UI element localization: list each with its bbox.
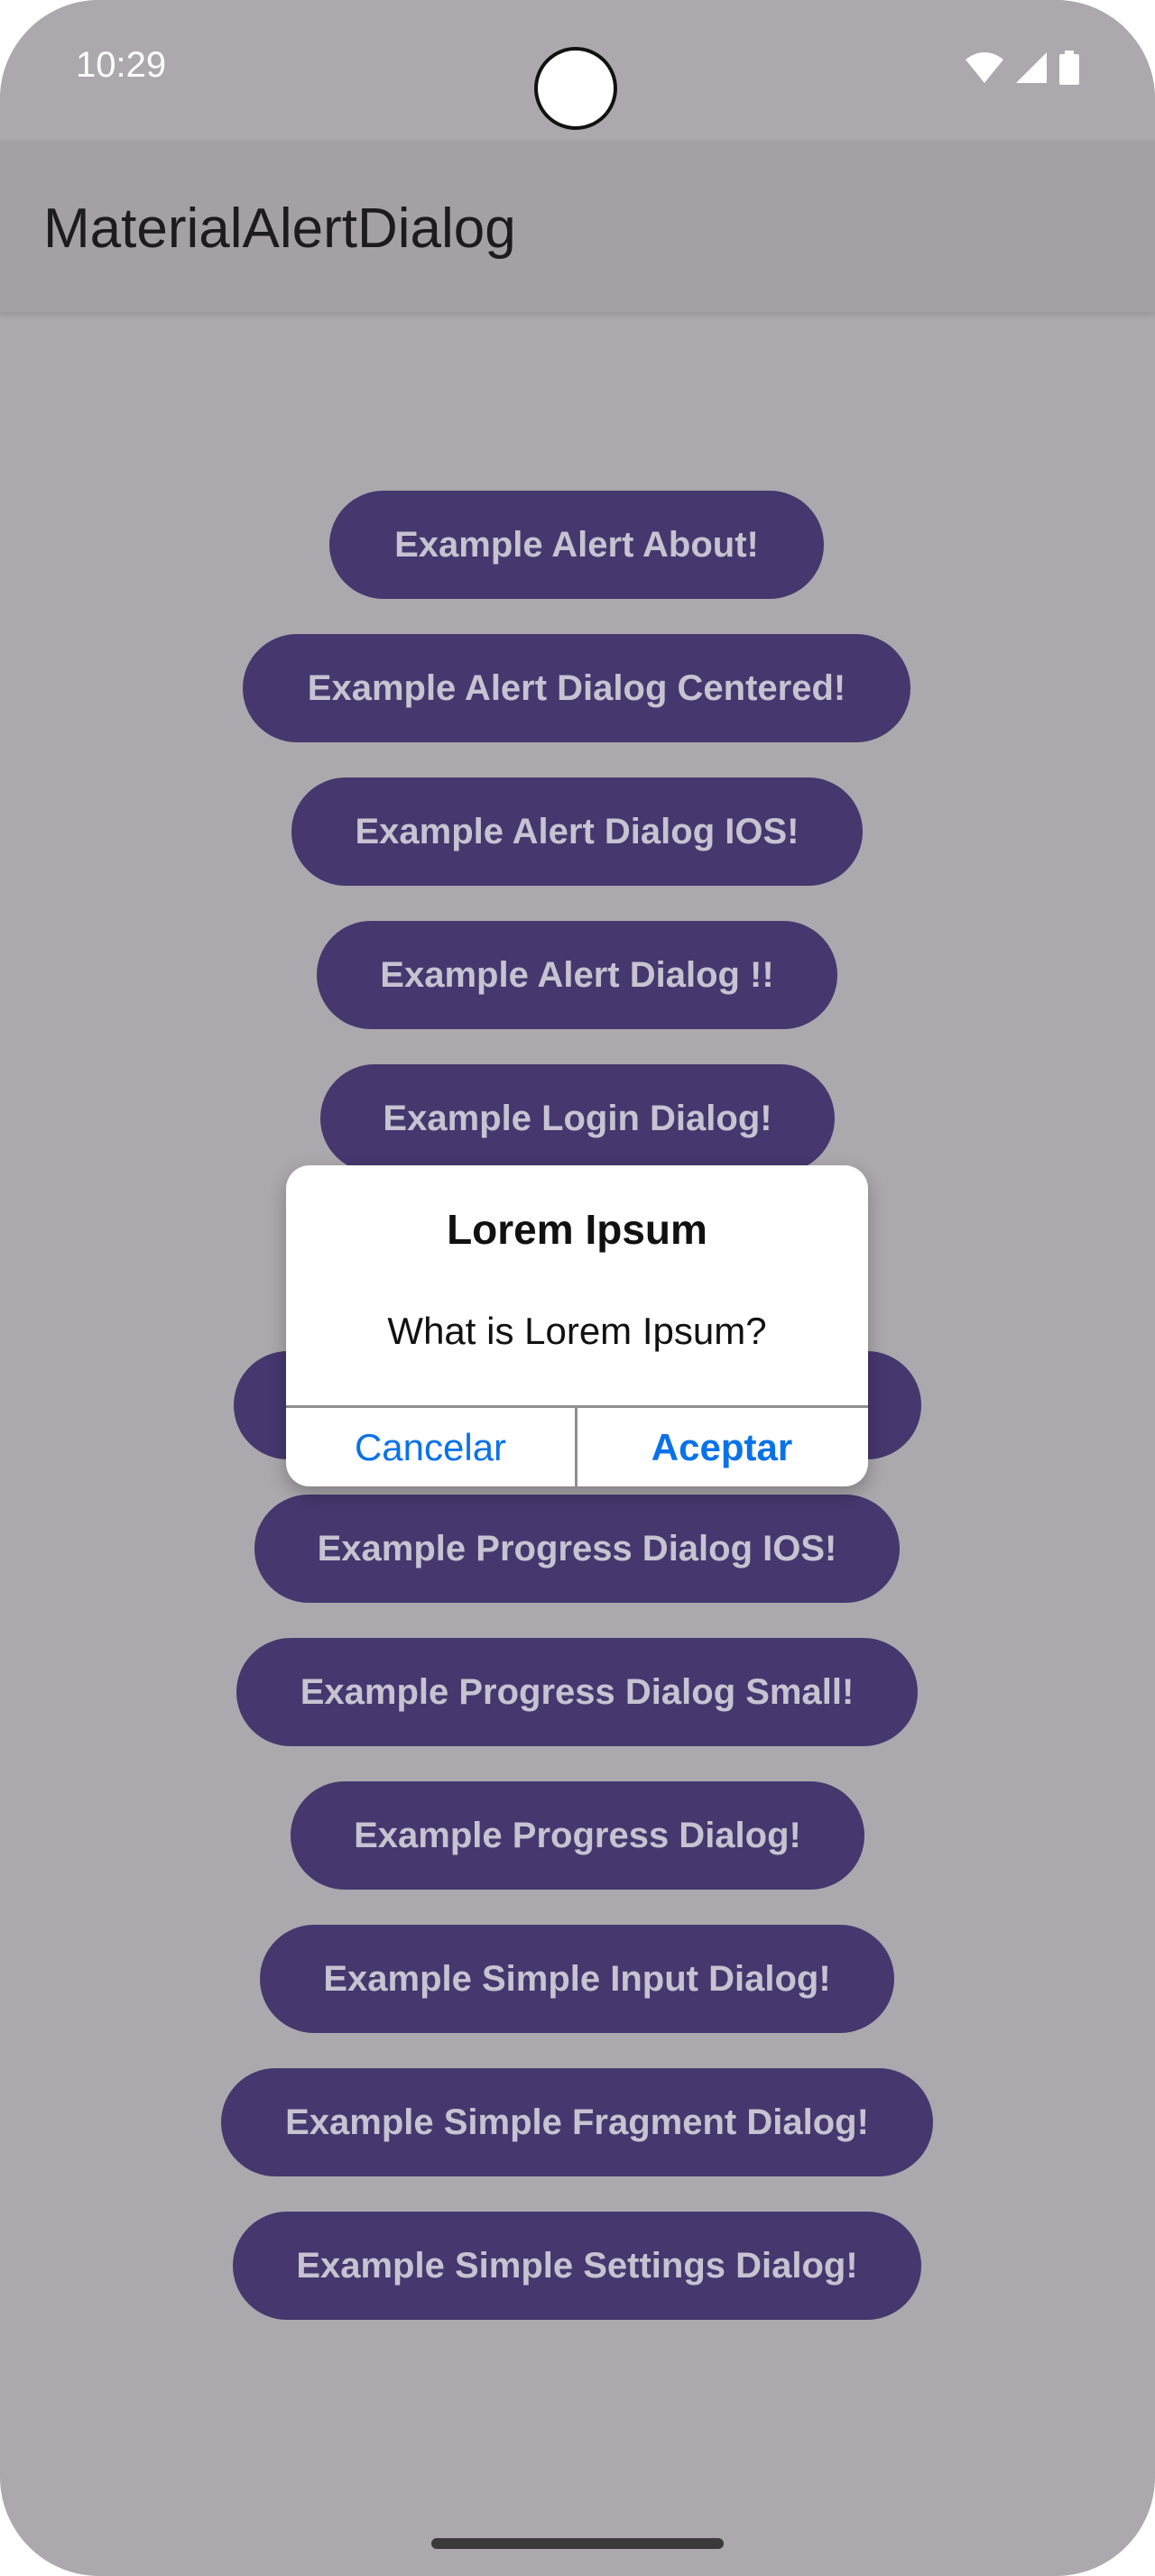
example-alert-about-button[interactable]: Example Alert About! <box>329 491 824 599</box>
example-login-dialog-button[interactable]: Example Login Dialog! <box>320 1064 835 1173</box>
dialog-accept-button[interactable]: Aceptar <box>578 1408 866 1486</box>
dialog-title: Lorem Ipsum <box>447 1206 707 1253</box>
example-progress-dialog-button[interactable]: Example Progress Dialog! <box>291 1781 864 1890</box>
example-simple-fragment-dialog-button[interactable]: Example Simple Fragment Dialog! <box>221 2068 933 2176</box>
example-simple-settings-dialog-button[interactable]: Example Simple Settings Dialog! <box>233 2212 921 2320</box>
ios-alert-dialog: Lorem Ipsum What is Lorem Ipsum? Cancela… <box>286 1165 868 1486</box>
home-indicator[interactable] <box>431 2538 724 2549</box>
example-progress-dialog-ios-button[interactable]: Example Progress Dialog IOS! <box>254 1495 900 1603</box>
example-alert-dialog-ios-button[interactable]: Example Alert Dialog IOS! <box>291 777 863 886</box>
phone-screen: 10:29 MaterialAlertDialog Example Alert … <box>0 0 1155 2576</box>
example-progress-dialog-small-button[interactable]: Example Progress Dialog Small! <box>236 1638 918 1746</box>
example-alert-dialog-button[interactable]: Example Alert Dialog !! <box>317 921 837 1029</box>
dialog-cancel-button[interactable]: Cancelar <box>286 1408 575 1486</box>
example-alert-dialog-centered-button[interactable]: Example Alert Dialog Centered! <box>243 634 910 742</box>
example-simple-input-dialog-button[interactable]: Example Simple Input Dialog! <box>260 1925 894 2033</box>
dialog-message: What is Lorem Ipsum? <box>387 1310 767 1352</box>
